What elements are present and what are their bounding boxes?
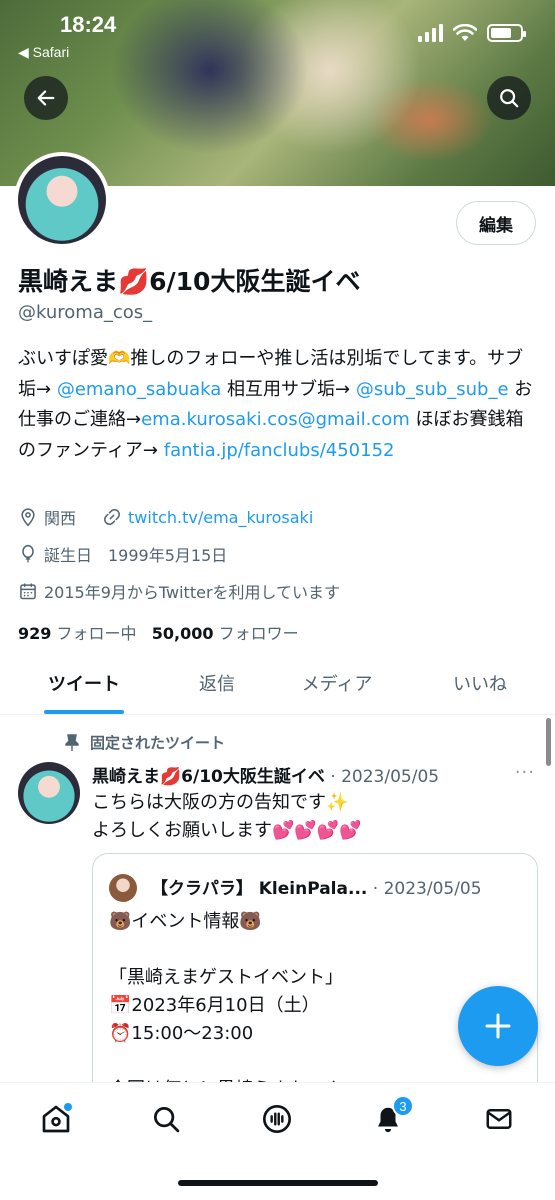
- location-pin-icon: [21, 508, 35, 527]
- link-icon: [104, 509, 120, 525]
- search-icon: [154, 1107, 180, 1133]
- bio-link-email[interactable]: ema.kurosaki.cos@gmail.com: [141, 409, 410, 430]
- compose-tweet-button[interactable]: [458, 986, 538, 1066]
- tweet-author-name[interactable]: 黒崎えま💋6/10大阪生誕イベ: [92, 767, 325, 787]
- birthday-text: 誕生日 1999年5月15日: [44, 546, 228, 565]
- joined-text: 2015年9月からTwitterを利用しています: [44, 583, 341, 602]
- arrow-left-icon: [37, 90, 55, 106]
- bio-link-mutual-account[interactable]: @sub_sub_sub_e: [356, 379, 509, 400]
- follow-stats: 929 フォロー中 50,000 フォロワー: [18, 620, 299, 644]
- bio-link-fantia[interactable]: fantia.jp/fanclubs/450152: [164, 440, 395, 461]
- quoted-author-avatar: [109, 874, 137, 902]
- pin-icon: [65, 733, 79, 751]
- tweet-text-line: こちらは大阪の方の告知です✨: [92, 792, 349, 813]
- tab-media[interactable]: メディア: [287, 670, 387, 696]
- followers-link[interactable]: 50,000 フォロワー: [152, 624, 299, 643]
- status-bar: 18:24 ◀ Safari: [0, 0, 555, 70]
- pinned-label: 固定されたツイート: [90, 734, 226, 752]
- nav-spaces[interactable]: [257, 1099, 297, 1139]
- calendar-icon: [20, 583, 36, 600]
- profile-bio: ぶいすぽ愛🫶推しのフォローや推し活は別垢でしてます。サブ垢→ @emano_sa…: [18, 344, 538, 466]
- edit-profile-button[interactable]: 編集: [456, 201, 536, 245]
- following-label: フォロー中: [56, 624, 137, 643]
- tweet-header: 黒崎えま💋6/10大阪生誕イベ · 2023/05/05: [92, 762, 439, 787]
- tab-replies[interactable]: 返信: [177, 670, 257, 696]
- bio-link-sub-account[interactable]: @emano_sabuaka: [57, 379, 221, 400]
- tab-tweets[interactable]: ツイート: [44, 670, 124, 696]
- bio-text: 相互用サブ垢→: [221, 378, 356, 400]
- cellular-signal-icon: [418, 24, 443, 42]
- nav-home[interactable]: [36, 1099, 76, 1139]
- quoted-tweet-date: · 2023/05/05: [372, 879, 482, 899]
- quoted-tweet-header: 【クラパラ】 KleinPala... · 2023/05/05: [151, 874, 482, 899]
- nav-messages[interactable]: [479, 1099, 519, 1139]
- battery-icon: [487, 24, 526, 42]
- website-link[interactable]: twitch.tv/ema_kurosaki: [128, 508, 313, 527]
- status-time: 18:24: [60, 12, 117, 37]
- tweet-text-line: よろしくお願いします💕💕💕💕: [92, 820, 362, 841]
- active-tab-indicator: [44, 710, 124, 714]
- wifi-icon: [453, 24, 477, 41]
- scrollbar[interactable]: [546, 718, 551, 766]
- tweet-author-avatar[interactable]: [18, 762, 80, 824]
- display-name: 黒崎えま💋6/10大阪生誕イベ: [18, 267, 361, 296]
- home-indicator[interactable]: [178, 1180, 378, 1186]
- followers-label: フォロワー: [218, 624, 299, 643]
- balloon-icon: [22, 544, 34, 563]
- quoted-tweet-card[interactable]: 【クラパラ】 KleinPala... · 2023/05/05 🐻イベント情報…: [92, 853, 538, 1113]
- new-content-dot: [64, 1103, 72, 1111]
- following-count: 929: [18, 624, 52, 643]
- pinned-indicator: 固定されたツイート: [64, 732, 225, 753]
- spaces-microphone-icon: [263, 1105, 291, 1133]
- following-link[interactable]: 929 フォロー中: [18, 624, 137, 643]
- quoted-author-name: 【クラパラ】 KleinPala...: [151, 879, 368, 899]
- tweet-text: こちらは大阪の方の告知です✨ よろしくお願いします💕💕💕💕: [92, 789, 532, 845]
- profile-meta-birthday: 誕生日 1999年5月15日: [18, 542, 227, 566]
- profile-tabs: ツイート 返信 メディア いいね: [0, 660, 555, 715]
- profile-meta-location-website: 関西 twitch.tv/ema_kurosaki: [18, 505, 313, 529]
- system-icons: [418, 24, 526, 42]
- user-handle: @kuroma_cos_: [18, 302, 153, 323]
- tweet-date[interactable]: · 2023/05/05: [330, 767, 439, 787]
- nav-search[interactable]: [146, 1099, 186, 1139]
- notifications-badge: 3: [392, 1095, 414, 1117]
- mail-icon: [486, 1109, 512, 1129]
- back-to-safari-link[interactable]: ◀ Safari: [18, 44, 69, 61]
- profile-meta-joined: 2015年9月からTwitterを利用しています: [18, 579, 340, 603]
- followers-count: 50,000: [151, 624, 214, 643]
- profile-avatar[interactable]: [14, 152, 110, 248]
- back-button[interactable]: [24, 76, 68, 120]
- nav-notifications[interactable]: 3: [368, 1095, 414, 1139]
- search-button[interactable]: [487, 76, 531, 120]
- more-options-icon[interactable]: ···: [515, 762, 535, 783]
- tab-likes[interactable]: いいね: [440, 670, 520, 696]
- search-icon: [500, 89, 519, 108]
- plus-icon: [485, 1013, 511, 1039]
- location-text: 関西: [44, 509, 77, 528]
